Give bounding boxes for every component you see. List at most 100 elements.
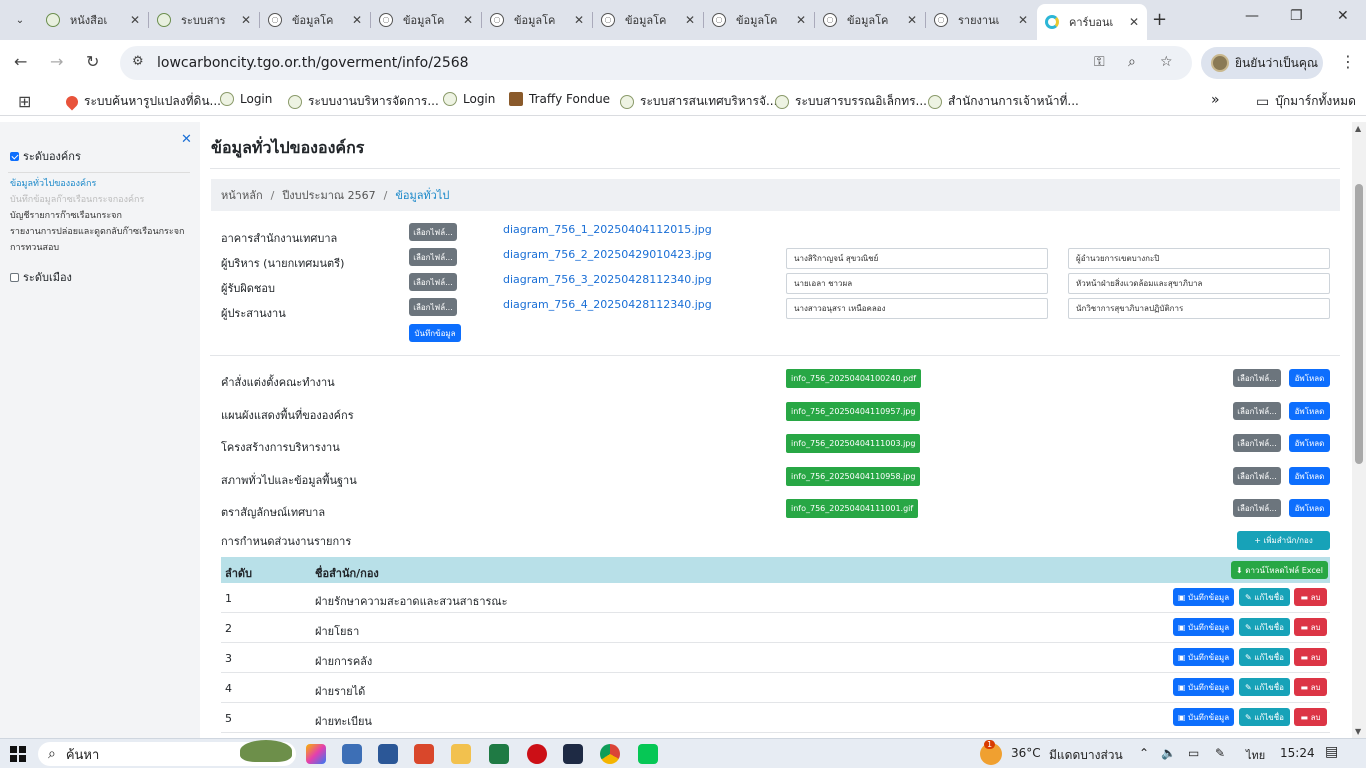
scrollbar-thumb[interactable]	[1355, 184, 1363, 464]
bookmark-item[interactable]: ระบบค้นหารูปแปลงที่ดิน...	[63, 92, 221, 111]
document-file-badge[interactable]: info_756_20250404110958.jpg	[786, 467, 921, 486]
diagram-file-link[interactable]: diagram_756_3_20250428112340.jpg	[503, 273, 712, 286]
bookmark-item[interactable]: ระบบสารสนเทศบริหารจั...	[620, 92, 777, 111]
sidebar-link-ghg-inventory[interactable]: บัญชีรายการก๊าซเรือนกระจก	[10, 210, 122, 222]
language-indicator[interactable]: ไทย	[1246, 746, 1265, 764]
sidebar-link-general-info[interactable]: ข้อมูลทั่วไปขององค์กร	[10, 178, 96, 190]
row-save-button[interactable]: ▣ บันทึกข้อมูล	[1173, 588, 1234, 606]
download-excel-button[interactable]: ⬇ ดาวน์โหลดไฟล์ Excel	[1231, 561, 1328, 579]
row-edit-button[interactable]: ✎ แก้ไขชื่อ	[1239, 648, 1290, 666]
window-close-icon[interactable]: ✕	[1337, 8, 1349, 24]
person-position-input[interactable]: หัวหน้าฝ่ายสิ่งแวดล้อมและสุขาภิบาล	[1068, 273, 1330, 294]
choose-file-button[interactable]: เลือกไฟล์...	[1233, 467, 1281, 485]
diagram-file-link[interactable]: diagram_756_4_20250428112340.jpg	[503, 298, 712, 311]
tab-close-icon[interactable]: ✕	[574, 13, 584, 27]
app-dark-icon[interactable]	[563, 744, 583, 764]
row-delete-button[interactable]: ▬ ลบ	[1294, 678, 1327, 696]
browser-tab[interactable]: ข้อมูลโค ✕	[371, 6, 481, 34]
add-division-button[interactable]: + เพิ่มสำนัก/กอง	[1237, 531, 1330, 550]
row-delete-button[interactable]: ▬ ลบ	[1294, 708, 1327, 726]
tab-close-icon[interactable]: ✕	[796, 13, 806, 27]
opera-icon[interactable]	[527, 744, 547, 764]
all-bookmarks[interactable]: ▭ บุ๊กมาร์กทั้งหมด	[1256, 92, 1356, 111]
new-tab-plus-icon[interactable]: +	[1152, 9, 1167, 30]
scroll-up-icon[interactable]: ▲	[1355, 124, 1361, 133]
choose-file-button[interactable]: เลือกไฟล์...	[1233, 402, 1281, 420]
browser-tab[interactable]: ข้อมูลโค ✕	[593, 6, 703, 34]
choose-file-button[interactable]: เลือกไฟล์...	[409, 223, 457, 241]
person-position-input[interactable]: ผู้อำนวยการเขตบางกะปิ	[1068, 248, 1330, 269]
restore-icon[interactable]: ❐	[1290, 8, 1303, 24]
bookmark-item[interactable]: Login	[220, 92, 272, 106]
choose-file-button[interactable]: เลือกไฟล์...	[409, 248, 457, 266]
minimize-icon[interactable]: —	[1245, 8, 1259, 24]
row-delete-button[interactable]: ▬ ลบ	[1294, 588, 1327, 606]
diagram-file-link[interactable]: diagram_756_1_20250404112015.jpg	[503, 223, 712, 236]
scroll-down-icon[interactable]: ▼	[1355, 727, 1361, 736]
row-save-button[interactable]: ▣ บันทึกข้อมูล	[1173, 618, 1234, 636]
sidebar-link-emission-report[interactable]: รายงานการปล่อยและดูดกลับก๊าซเรือนกระจก	[10, 226, 184, 238]
weather-temp[interactable]: 36°C	[1011, 746, 1041, 760]
tab-close-icon[interactable]: ✕	[130, 13, 140, 27]
save-people-button[interactable]: บันทึกข้อมูล	[409, 324, 461, 342]
browser-menu-icon[interactable]: ⋮	[1340, 52, 1356, 71]
browser-tab[interactable]: ข้อมูลโค ✕	[260, 6, 370, 34]
word-icon[interactable]	[378, 744, 398, 764]
weather-text[interactable]: มีแดดบางส่วน	[1049, 746, 1123, 765]
upload-button[interactable]: อัพโหลด	[1289, 499, 1330, 517]
tray-chevron-icon[interactable]: ⌃	[1139, 746, 1149, 760]
line-icon[interactable]	[638, 744, 658, 764]
file-explorer-icon[interactable]	[451, 744, 471, 764]
tab-close-icon[interactable]: ✕	[685, 13, 695, 27]
diagram-file-link[interactable]: diagram_756_2_20250429010423.jpg	[503, 248, 712, 261]
sidebar-link-verification[interactable]: การทวนสอบ	[10, 242, 59, 254]
network-icon[interactable]: ▭	[1188, 746, 1199, 760]
row-edit-button[interactable]: ✎ แก้ไขชื่อ	[1239, 708, 1290, 726]
person-name-input[interactable]: นางสาวอนุสรา เหนือคลอง	[786, 298, 1048, 319]
sidebar-close-icon[interactable]: ✕	[181, 132, 192, 147]
bookmark-item[interactable]: ระบบงานบริหารจัดการ...	[288, 92, 439, 111]
upload-button[interactable]: อัพโหลด	[1289, 434, 1330, 452]
document-file-badge[interactable]: info_756_20250404111001.gif	[786, 499, 919, 518]
address-bar[interactable]: ⚙ lowcarboncity.tgo.or.th/goverment/info…	[120, 46, 1192, 80]
back-arrow-icon[interactable]: ←	[14, 52, 27, 71]
breadcrumb-year[interactable]: ปีงบประมาณ 2567	[282, 186, 375, 204]
city-level-checkbox[interactable]: ระดับเมือง	[10, 268, 72, 286]
zoom-icon[interactable]: ⌕	[1128, 54, 1136, 70]
tab-close-icon[interactable]: ✕	[1129, 15, 1139, 29]
tab-close-icon[interactable]: ✕	[352, 13, 362, 27]
org-level-checkbox[interactable]: ระดับองค์กร	[10, 147, 81, 165]
bookmark-item[interactable]: ระบบสารบรรณอิเล็กทร...	[775, 92, 927, 111]
windows-start-icon[interactable]	[10, 746, 26, 762]
document-file-badge[interactable]: info_756_20250404111003.jpg	[786, 434, 921, 453]
upload-button[interactable]: อัพโหลด	[1289, 467, 1330, 485]
breadcrumb-home[interactable]: หน้าหลัก	[221, 186, 263, 204]
tab-close-icon[interactable]: ✕	[907, 13, 917, 27]
notification-icon[interactable]: ▤	[1325, 744, 1338, 760]
browser-tab[interactable]: คาร์บอนเ ✕	[1037, 4, 1147, 40]
person-position-input[interactable]: นักวิชาการสุขาภิบาลปฏิบัติการ	[1068, 298, 1330, 319]
copilot-icon[interactable]	[306, 744, 326, 764]
person-name-input[interactable]: นายเอลา ชาวผล	[786, 273, 1048, 294]
document-file-badge[interactable]: info_756_20250404110957.jpg	[786, 402, 921, 421]
document-file-badge[interactable]: info_756_20250404100240.pdf	[786, 369, 922, 388]
row-delete-button[interactable]: ▬ ลบ	[1294, 618, 1327, 636]
browser-tab[interactable]: ข้อมูลโค ✕	[704, 6, 814, 34]
apps-grid-icon[interactable]: ⊞	[18, 92, 31, 111]
row-save-button[interactable]: ▣ บันทึกข้อมูล	[1173, 648, 1234, 666]
choose-file-button[interactable]: เลือกไฟล์...	[409, 273, 457, 291]
tab-close-icon[interactable]: ✕	[241, 13, 251, 27]
choose-file-button[interactable]: เลือกไฟล์...	[1233, 499, 1281, 517]
bookmark-item[interactable]: Traffy Fondue	[509, 92, 610, 106]
row-edit-button[interactable]: ✎ แก้ไขชื่อ	[1239, 618, 1290, 636]
browser-tab[interactable]: หนังสือเ ✕	[38, 6, 148, 34]
tab-close-icon[interactable]: ✕	[463, 13, 473, 27]
page-scrollbar[interactable]: ▲ ▼	[1352, 122, 1366, 738]
sidebar-link-record-ghg[interactable]: บันทึกข้อมูลก๊าซเรือนกระจกองค์กร	[10, 194, 144, 206]
row-edit-button[interactable]: ✎ แก้ไขชื่อ	[1239, 588, 1290, 606]
pen-icon[interactable]: ✎	[1215, 746, 1225, 760]
browser-tab[interactable]: ระบบสาร ✕	[149, 6, 259, 34]
forward-arrow-icon[interactable]: →	[50, 52, 63, 71]
upload-button[interactable]: อัพโหลด	[1289, 402, 1330, 420]
profile-button[interactable]: ยินยันว่าเป็นคุณ	[1201, 47, 1323, 79]
